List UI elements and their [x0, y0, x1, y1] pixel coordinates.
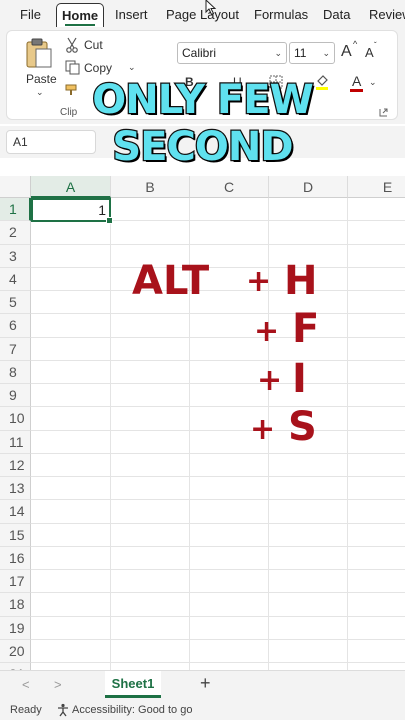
column-header-b[interactable]: B [111, 176, 190, 198]
column-header-d[interactable]: D [269, 176, 348, 198]
row-gridline [31, 662, 405, 663]
shortcut-plus-4: + [250, 412, 276, 447]
row-header-21[interactable]: 21 [0, 663, 31, 670]
row-gridline [31, 313, 405, 315]
shrink-font-caret-icon: ˇ [374, 41, 377, 50]
row-gridline [31, 592, 405, 594]
mouse-cursor-icon [205, 0, 217, 16]
font-name-value: Calibri [182, 46, 217, 60]
shortcut-key-h: H [284, 258, 318, 304]
tab-home[interactable]: Home [56, 3, 105, 27]
caption-line-2: SECOND [111, 123, 295, 172]
column-header-a[interactable]: A [31, 176, 111, 198]
row-header-5[interactable]: 5 [0, 291, 31, 315]
row-header-16[interactable]: 16 [0, 546, 31, 570]
cut-label: Cut [84, 38, 103, 52]
row-gridline [31, 522, 405, 524]
row-gridline [31, 383, 405, 384]
row-header-12[interactable]: 12 [0, 453, 31, 477]
row-header-13[interactable]: 13 [0, 477, 31, 501]
row-gridline [31, 429, 405, 431]
spreadsheet-grid[interactable]: A B C D E 1 2 3 4 5 6 7 8 9 10 11 12 13 14 15 16 17 18 19 2… [0, 176, 405, 670]
row-header-9[interactable]: 9 [0, 384, 31, 408]
font-name-dropdown[interactable]: Calibri ⌄ [177, 42, 287, 64]
prev-sheet-arrow-icon[interactable]: < [22, 677, 30, 692]
shrink-font-button[interactable]: A [365, 45, 374, 60]
row-header-15[interactable]: 15 [0, 523, 31, 547]
column-header-e[interactable]: E [348, 176, 405, 198]
copy-dropdown-icon[interactable]: ⌄ [128, 62, 136, 73]
paste-icon [26, 38, 52, 68]
row-header-11[interactable]: 11 [0, 430, 31, 454]
row-gridline [31, 615, 405, 617]
row-gridline [31, 359, 405, 361]
row-header-3[interactable]: 3 [0, 244, 31, 268]
shortcut-plus-3: + [257, 363, 283, 398]
status-bar: Ready Accessibility: Good to go [0, 700, 405, 720]
row-gridline [31, 638, 405, 640]
select-all-corner[interactable] [0, 176, 31, 198]
add-sheet-button[interactable]: + [200, 673, 211, 694]
row-gridline [31, 569, 405, 570]
row-gridline [31, 290, 405, 291]
grow-font-caret-icon: ^ [353, 39, 358, 49]
copy-icon [65, 60, 80, 75]
tab-page-layout[interactable]: Page Layout [166, 3, 239, 27]
row-gridline [31, 452, 405, 454]
status-ready: Ready [10, 704, 42, 716]
next-sheet-arrow-icon[interactable]: > [54, 677, 62, 692]
font-size-value: 11 [294, 46, 307, 60]
row-header-8[interactable]: 8 [0, 360, 31, 384]
row-gridline [31, 336, 405, 338]
column-gridline [347, 198, 348, 670]
ribbon-tabs-bar: File Home Insert Page Layout Formulas Da… [0, 0, 405, 28]
shortcut-key-i: I [292, 356, 307, 402]
column-header-c[interactable]: C [190, 176, 269, 198]
sheet-tab-sheet1[interactable]: Sheet1 [105, 671, 161, 698]
row-header-18[interactable]: 18 [0, 593, 31, 617]
active-cell-a1[interactable]: 1 [31, 198, 113, 223]
row-header-14[interactable]: 14 [0, 500, 31, 524]
shortcut-alt: ALT [132, 258, 210, 304]
row-header-10[interactable]: 10 [0, 407, 31, 431]
copy-label: Copy [84, 61, 113, 75]
status-accessibility[interactable]: Accessibility: Good to go [72, 704, 192, 716]
row-header-4[interactable]: 4 [0, 267, 31, 291]
row-gridline [31, 545, 405, 547]
chevron-down-icon: ⌄ [322, 48, 330, 58]
row-header-20[interactable]: 20 [0, 639, 31, 663]
row-gridline [31, 499, 405, 501]
sheet-tab-bar: < > Sheet1 + [0, 670, 405, 700]
tab-review[interactable]: Review [369, 3, 405, 27]
column-gridline [110, 198, 111, 670]
shortcut-plus-2: + [254, 314, 280, 349]
tab-formulas[interactable]: Formulas [254, 3, 308, 27]
row-gridline [31, 243, 405, 245]
cut-button[interactable]: Cut [63, 37, 123, 55]
row-header-6[interactable]: 6 [0, 314, 31, 338]
scissors-icon [66, 37, 78, 53]
caption-line-1: ONLY FEW [91, 76, 315, 125]
shortcut-plus-1: + [246, 264, 272, 299]
grow-font-button[interactable]: A [341, 43, 352, 61]
accessibility-icon[interactable] [56, 703, 70, 717]
chevron-down-icon: ⌄ [274, 48, 282, 58]
excel-window: File Home Insert Page Layout Formulas Da… [0, 0, 405, 720]
row-gridline [31, 266, 405, 268]
tab-data[interactable]: Data [323, 3, 350, 27]
shortcut-key-f: F [292, 306, 320, 352]
tab-file[interactable]: File [20, 3, 41, 27]
row-header-7[interactable]: 7 [0, 337, 31, 361]
row-header-17[interactable]: 17 [0, 570, 31, 594]
row-header-1[interactable]: 1 [0, 198, 31, 222]
row-header-19[interactable]: 19 [0, 616, 31, 640]
row-gridline [31, 406, 405, 408]
font-size-dropdown[interactable]: 11 ⌄ [289, 42, 335, 64]
shortcut-key-s: S [288, 404, 317, 450]
row-gridline [31, 476, 405, 477]
tab-insert[interactable]: Insert [115, 3, 148, 27]
row-header-2[interactable]: 2 [0, 221, 31, 245]
